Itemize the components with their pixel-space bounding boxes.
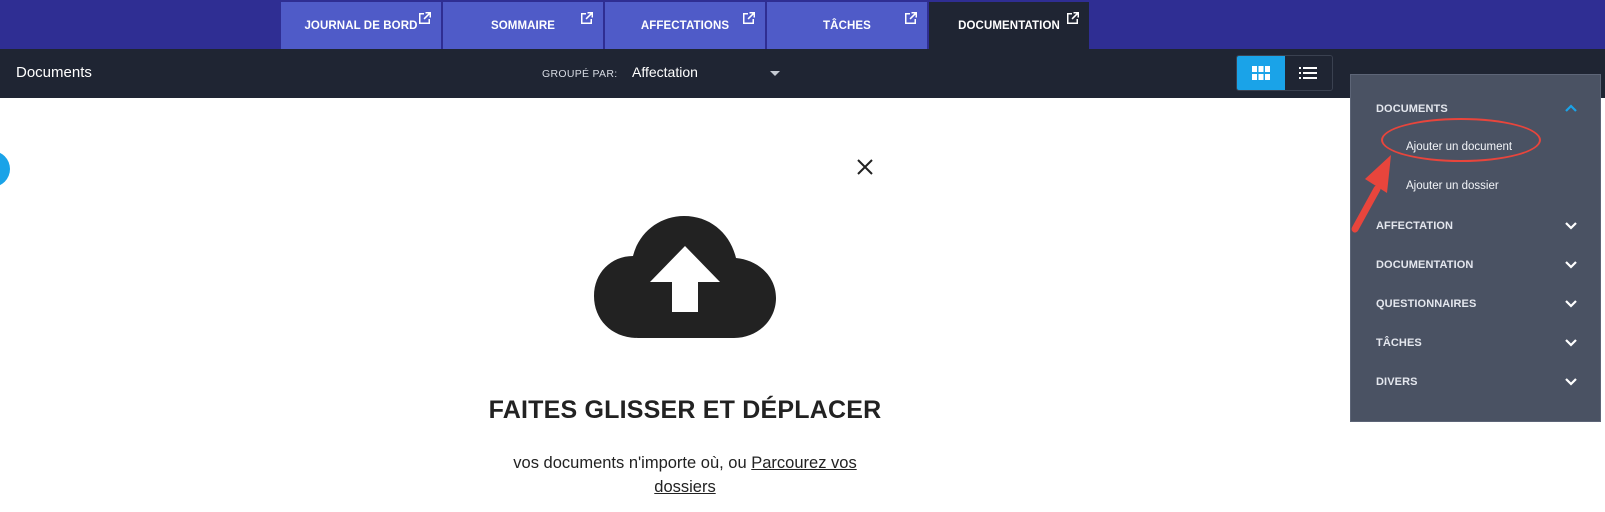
list-view-icon	[1299, 67, 1318, 79]
tab-taches[interactable]: TÂCHES	[767, 2, 927, 49]
chevron-down-icon[interactable]	[1564, 296, 1578, 310]
drop-zone-subtitle: vos documents n'importe où, ou Parcourez…	[505, 451, 865, 499]
view-mode-toggle	[1236, 55, 1333, 91]
actions-menu: DOCUMENTS Ajouter un document Ajouter un…	[1350, 74, 1601, 422]
tab-journal-de-bord[interactable]: JOURNAL DE BORD	[281, 2, 441, 49]
annotation-arrow-icon	[1351, 155, 1391, 233]
chevron-up-icon[interactable]	[1564, 101, 1578, 115]
tab-strip: JOURNAL DE BORD SOMMAIRE AFFECTATIONS TÂ…	[281, 2, 1091, 49]
external-link-icon[interactable]	[417, 10, 433, 26]
drop-zone-title: FAITES GLISSER ET DÉPLACER	[488, 396, 882, 424]
tab-label: DOCUMENTATION	[958, 19, 1060, 32]
drop-zone-text: vos documents n'importe où, ou	[513, 454, 747, 472]
external-link-icon[interactable]	[579, 10, 595, 26]
chevron-down-icon[interactable]	[1564, 374, 1578, 388]
group-by-select[interactable]: Affectation	[628, 58, 786, 88]
tab-label: SOMMAIRE	[490, 19, 556, 32]
external-link-icon[interactable]	[1065, 10, 1081, 26]
tab-sommaire[interactable]: SOMMAIRE	[443, 2, 603, 49]
close-icon[interactable]	[855, 157, 875, 177]
top-tab-bar: JOURNAL DE BORD SOMMAIRE AFFECTATIONS TÂ…	[0, 0, 1605, 49]
tab-label: JOURNAL DE BORD	[304, 19, 418, 32]
side-panel-toggle[interactable]	[0, 151, 10, 187]
grid-view-button[interactable]	[1237, 56, 1285, 90]
tab-affectations[interactable]: AFFECTATIONS	[605, 2, 765, 49]
group-by-value: Affectation	[632, 64, 698, 80]
external-link-icon[interactable]	[903, 10, 919, 26]
menu-item-add-folder[interactable]: Ajouter un dossier	[1406, 180, 1499, 192]
tab-documentation[interactable]: DOCUMENTATION	[929, 2, 1089, 49]
grid-view-icon	[1251, 66, 1270, 80]
list-view-button[interactable]	[1284, 56, 1332, 90]
menu-section-documentation[interactable]: DOCUMENTATION	[1376, 259, 1473, 271]
cloud-upload-icon	[594, 216, 776, 338]
chevron-down-icon	[770, 71, 780, 76]
page-title: Documents	[16, 64, 92, 81]
group-by-label: GROUPÉ PAR:	[542, 68, 618, 80]
menu-section-divers[interactable]: DIVERS	[1376, 376, 1418, 388]
external-link-icon[interactable]	[741, 10, 757, 26]
menu-section-taches[interactable]: TÂCHES	[1376, 337, 1422, 349]
tab-label: AFFECTATIONS	[640, 19, 730, 32]
tab-label: TÂCHES	[823, 19, 871, 32]
chevron-down-icon[interactable]	[1564, 257, 1578, 271]
chevron-down-icon[interactable]	[1564, 218, 1578, 232]
chevron-down-icon[interactable]	[1564, 335, 1578, 349]
menu-section-documents[interactable]: DOCUMENTS	[1376, 103, 1448, 115]
menu-section-questionnaires[interactable]: QUESTIONNAIRES	[1376, 298, 1476, 310]
